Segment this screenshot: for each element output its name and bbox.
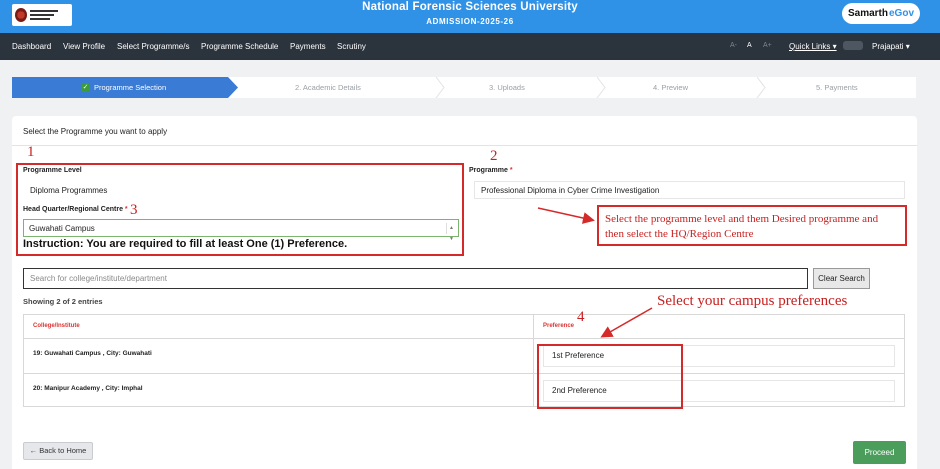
annotation-arrows	[537, 207, 653, 338]
arrow-to-note-icon	[537, 207, 595, 224]
arrow-to-preferences-icon	[600, 307, 653, 338]
